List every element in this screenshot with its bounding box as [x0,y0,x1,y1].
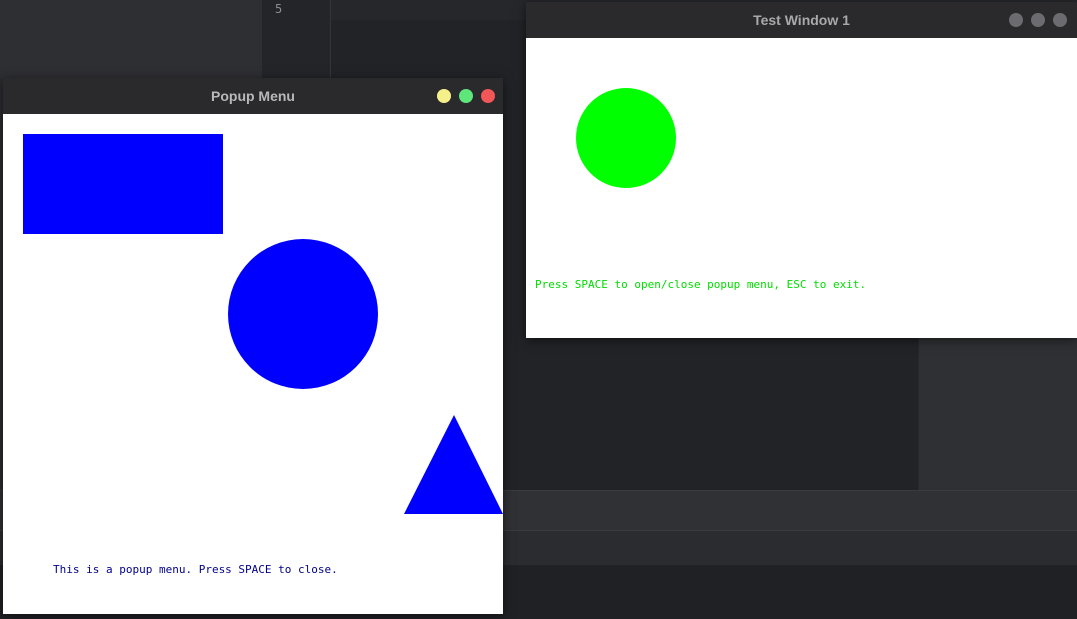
test-window[interactable]: Test Window 1 Press SPACE to open/close … [526,2,1077,338]
popup-window[interactable]: Popup Menu This is a popup menu. Press S… [3,78,503,614]
side-panel [918,338,1077,490]
popup-window-drawing [23,134,503,514]
popup-window-minimize-button[interactable] [437,89,451,103]
popup-window-instructions: This is a popup menu. Press SPACE to clo… [53,563,338,576]
test-window-canvas[interactable]: Press SPACE to open/close popup menu, ES… [526,38,1077,338]
test-window-drawing [576,88,676,188]
background-panel [0,0,262,78]
test-window-titlebar[interactable]: Test Window 1 [526,2,1077,39]
test-window-minimize-button[interactable] [1009,13,1023,27]
popup-window-close-button[interactable] [481,89,495,103]
blue-circle [228,239,378,389]
test-window-maximize-button[interactable] [1031,13,1045,27]
green-circle [576,88,676,188]
popup-window-titlebar[interactable]: Popup Menu [3,78,503,115]
test-window-instructions: Press SPACE to open/close popup menu, ES… [535,278,867,291]
blue-rectangle [23,134,223,234]
test-window-close-button[interactable] [1053,13,1067,27]
popup-window-canvas[interactable]: This is a popup menu. Press SPACE to clo… [3,114,503,614]
popup-window-title: Popup Menu [211,88,295,104]
test-window-title: Test Window 1 [753,12,850,28]
popup-window-maximize-button[interactable] [459,89,473,103]
blue-triangle [404,415,503,514]
line-number: 5 [275,2,283,16]
